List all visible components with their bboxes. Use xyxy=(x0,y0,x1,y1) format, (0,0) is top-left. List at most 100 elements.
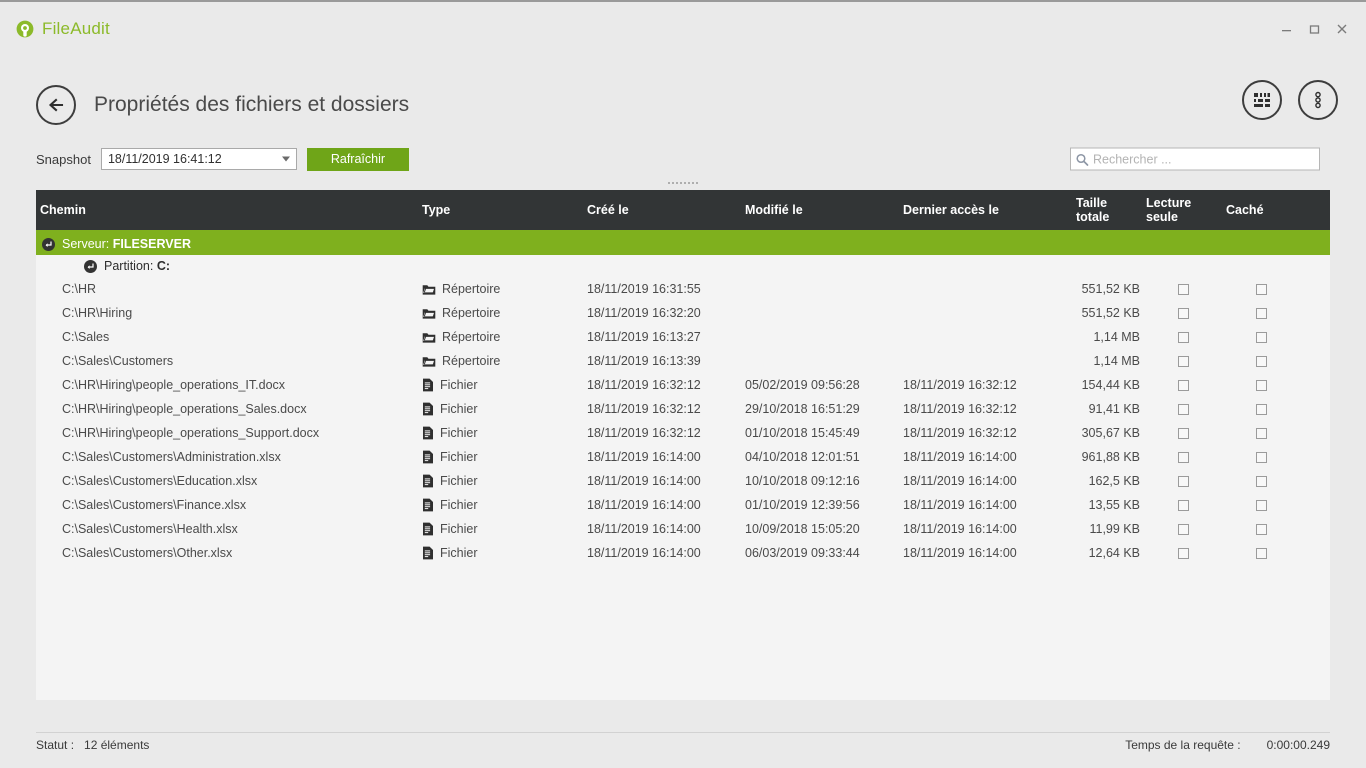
table-row[interactable]: C:\Sales\Customers\Finance.xlsxFichier18… xyxy=(36,493,1330,517)
cell-accessed: 18/11/2019 16:32:12 xyxy=(899,402,1064,416)
cell-size: 551,52 KB xyxy=(1064,306,1144,320)
cell-type-label: Répertoire xyxy=(442,306,500,320)
column-header-hidden[interactable]: Caché xyxy=(1218,203,1296,217)
readonly-checkbox[interactable] xyxy=(1178,500,1189,511)
cell-modified: 10/10/2018 09:12:16 xyxy=(741,474,899,488)
cell-type-label: Répertoire xyxy=(442,354,500,368)
readonly-checkbox[interactable] xyxy=(1178,524,1189,535)
table-row[interactable]: C:\HR\Hiring\people_operations_Sales.doc… xyxy=(36,397,1330,421)
query-time-value: 0:00:00.249 xyxy=(1267,738,1330,752)
hidden-checkbox[interactable] xyxy=(1256,476,1267,487)
refresh-button[interactable]: Rafraîchir xyxy=(307,148,409,171)
cell-hidden xyxy=(1222,524,1300,535)
file-icon xyxy=(422,402,434,416)
readonly-checkbox[interactable] xyxy=(1178,356,1189,367)
cell-readonly xyxy=(1144,284,1222,295)
back-button[interactable] xyxy=(36,85,76,125)
hidden-checkbox[interactable] xyxy=(1256,308,1267,319)
hidden-checkbox[interactable] xyxy=(1256,548,1267,559)
hidden-checkbox[interactable] xyxy=(1256,284,1267,295)
minimize-button[interactable] xyxy=(1272,16,1300,42)
cell-accessed: 18/11/2019 16:32:12 xyxy=(899,378,1064,392)
grid-blocks-icon xyxy=(1251,89,1273,111)
window-controls xyxy=(1272,16,1356,42)
cell-created: 18/11/2019 16:13:39 xyxy=(583,354,741,368)
hidden-checkbox[interactable] xyxy=(1256,524,1267,535)
toolbar-resize-grip[interactable] xyxy=(0,182,1366,184)
column-header-size[interactable]: Taille totale xyxy=(1064,196,1136,224)
cell-size: 961,88 KB xyxy=(1064,450,1144,464)
search-input[interactable] xyxy=(1089,149,1319,170)
hidden-checkbox[interactable] xyxy=(1256,404,1267,415)
collapse-arrow-icon[interactable] xyxy=(42,238,55,251)
cell-path: C:\HR xyxy=(36,282,418,296)
cell-created: 18/11/2019 16:13:27 xyxy=(583,330,741,344)
file-icon xyxy=(422,426,434,440)
hidden-checkbox[interactable] xyxy=(1256,380,1267,391)
readonly-checkbox[interactable] xyxy=(1178,452,1189,463)
page-title: Propriétés des fichiers et dossiers xyxy=(94,93,409,117)
more-options-button[interactable] xyxy=(1298,80,1338,120)
table-row[interactable]: C:\Sales\Customers\Education.xlsxFichier… xyxy=(36,469,1330,493)
column-header-modified[interactable]: Modifié le xyxy=(741,203,899,217)
readonly-checkbox[interactable] xyxy=(1178,476,1189,487)
readonly-checkbox[interactable] xyxy=(1178,380,1189,391)
snapshot-label: Snapshot xyxy=(36,152,91,167)
cell-created: 18/11/2019 16:32:12 xyxy=(583,402,741,416)
column-header-size-line1: Taille xyxy=(1076,196,1132,210)
cell-type-label: Fichier xyxy=(440,522,478,536)
hidden-checkbox[interactable] xyxy=(1256,332,1267,343)
cell-hidden xyxy=(1222,284,1300,295)
cell-type-label: Répertoire xyxy=(442,330,500,344)
table-row[interactable]: C:\SalesRépertoire18/11/2019 16:13:271,1… xyxy=(36,325,1330,349)
table-row[interactable]: C:\HR\Hiring\people_operations_Support.d… xyxy=(36,421,1330,445)
group-row-server[interactable]: Serveur: FILESERVER xyxy=(36,233,1330,255)
cell-created: 18/11/2019 16:32:12 xyxy=(583,378,741,392)
hidden-checkbox[interactable] xyxy=(1256,500,1267,511)
readonly-checkbox[interactable] xyxy=(1178,428,1189,439)
cell-created: 18/11/2019 16:14:00 xyxy=(583,546,741,560)
column-header-type[interactable]: Type xyxy=(418,203,583,217)
readonly-checkbox[interactable] xyxy=(1178,332,1189,343)
cell-accessed: 18/11/2019 16:14:00 xyxy=(899,546,1064,560)
cell-accessed: 18/11/2019 16:14:00 xyxy=(899,450,1064,464)
collapse-arrow-icon[interactable] xyxy=(84,260,97,273)
report-layout-button[interactable] xyxy=(1242,80,1282,120)
readonly-checkbox[interactable] xyxy=(1178,308,1189,319)
search-box[interactable] xyxy=(1070,148,1320,171)
group-row-partition[interactable]: Partition: C: xyxy=(36,255,1330,277)
table-row[interactable]: C:\Sales\Customers\Other.xlsxFichier18/1… xyxy=(36,541,1330,565)
snapshot-select[interactable]: 18/11/2019 16:41:12 xyxy=(101,148,297,170)
column-header-readonly[interactable]: Lecture seule xyxy=(1136,196,1218,224)
cell-type-label: Fichier xyxy=(440,474,478,488)
table-row[interactable]: C:\Sales\Customers\Administration.xlsxFi… xyxy=(36,445,1330,469)
cell-hidden xyxy=(1222,500,1300,511)
table-row[interactable]: C:\HR\HiringRépertoire18/11/2019 16:32:2… xyxy=(36,301,1330,325)
status-bar: Statut : 12 éléments Temps de la requête… xyxy=(36,732,1330,752)
readonly-checkbox[interactable] xyxy=(1178,548,1189,559)
cell-hidden xyxy=(1222,452,1300,463)
cell-path: C:\Sales\Customers xyxy=(36,354,418,368)
readonly-checkbox[interactable] xyxy=(1178,284,1189,295)
close-button[interactable] xyxy=(1328,16,1356,42)
table-row[interactable]: C:\HRRépertoire18/11/2019 16:31:55551,52… xyxy=(36,277,1330,301)
column-header-created[interactable]: Créé le xyxy=(583,203,741,217)
table-row[interactable]: C:\HR\Hiring\people_operations_IT.docxFi… xyxy=(36,373,1330,397)
hidden-checkbox[interactable] xyxy=(1256,452,1267,463)
query-time-label: Temps de la requête : xyxy=(1125,738,1240,752)
table-row[interactable]: C:\Sales\Customers\Health.xlsxFichier18/… xyxy=(36,517,1330,541)
cell-size: 1,14 MB xyxy=(1064,354,1144,368)
cell-accessed: 18/11/2019 16:14:00 xyxy=(899,474,1064,488)
fileaudit-logo-icon xyxy=(16,20,34,38)
window-titlebar: FileAudit xyxy=(0,0,1366,56)
maximize-button[interactable] xyxy=(1300,16,1328,42)
hidden-checkbox[interactable] xyxy=(1256,428,1267,439)
column-header-path[interactable]: Chemin xyxy=(36,203,418,217)
readonly-checkbox[interactable] xyxy=(1178,404,1189,415)
column-header-accessed[interactable]: Dernier accès le xyxy=(899,203,1064,217)
hidden-checkbox[interactable] xyxy=(1256,356,1267,367)
cell-path: C:\Sales xyxy=(36,330,418,344)
table-row[interactable]: C:\Sales\Customers Répertoire 18/11/2019 1… xyxy=(36,349,1330,373)
cell-type: Répertoire xyxy=(418,330,583,344)
snapshot-select-value: 18/11/2019 16:41:12 xyxy=(108,152,222,166)
